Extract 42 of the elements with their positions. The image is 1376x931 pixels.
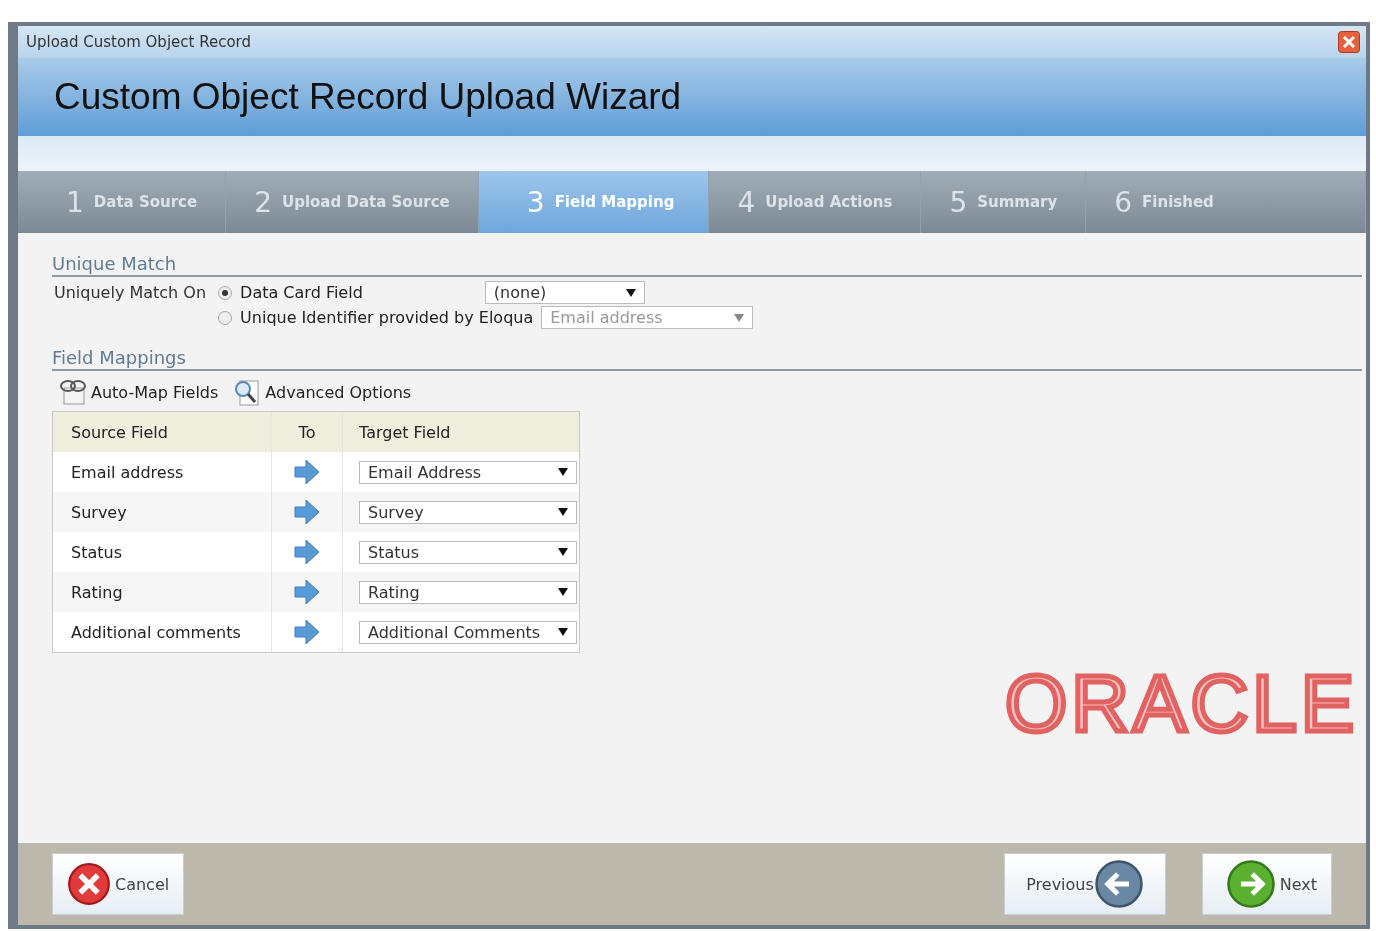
next-button[interactable]: Next	[1202, 853, 1332, 915]
dropdown[interactable]: Email Address	[359, 460, 577, 484]
dropdown[interactable]: Status	[359, 540, 577, 564]
close-icon[interactable]	[1338, 31, 1360, 53]
dropdown[interactable]: Rating	[359, 580, 577, 604]
caret-icon	[558, 588, 568, 596]
radio-button[interactable]	[218, 310, 233, 325]
dropdown[interactable]: Additional Comments	[359, 620, 577, 644]
arrow-icon	[294, 539, 320, 565]
logo: ORACLE	[1005, 659, 1358, 748]
arrow-icon	[294, 619, 320, 645]
wizard-title: Custom Object Record Upload Wizard	[54, 76, 682, 118]
caret-icon	[734, 313, 745, 322]
column-header: To	[272, 412, 343, 452]
field-label: Uniquely Match On	[54, 282, 207, 304]
arrow-icon	[294, 579, 320, 605]
toolbar-button[interactable]: Auto-Map Fields	[58, 377, 219, 407]
arrow-icon	[294, 459, 320, 485]
caret-icon	[558, 548, 568, 556]
radio-label: Data Card Field	[240, 283, 363, 302]
section-title: Unique Match	[52, 253, 177, 274]
toolbar-button[interactable]: Advanced Options	[232, 377, 412, 407]
close-icon	[67, 862, 111, 906]
window-title: Upload Custom Object Record	[26, 33, 251, 51]
caret-icon	[558, 508, 568, 516]
previous-button[interactable]: Previous	[1004, 853, 1166, 915]
dropdown[interactable]: (none)	[484, 281, 645, 304]
arrow-icon	[294, 499, 320, 525]
dropdown[interactable]: Survey	[359, 500, 577, 524]
cancel-button[interactable]: Cancel	[52, 853, 185, 915]
radio-button[interactable]	[218, 285, 233, 300]
section-title: Field Mappings	[52, 347, 186, 368]
column-header: Target Field	[358, 421, 452, 444]
caret-icon	[625, 288, 636, 297]
caret-icon	[558, 628, 568, 636]
table-cell: Survey	[53, 492, 272, 532]
column-header: Source Field	[53, 412, 272, 452]
table-cell: Rating	[53, 572, 272, 612]
radio-label: Unique Identifier provided by Eloqua	[240, 308, 534, 327]
table-cell: Additional comments	[53, 612, 272, 652]
caret-icon	[558, 468, 568, 476]
chain-icon	[58, 378, 88, 406]
